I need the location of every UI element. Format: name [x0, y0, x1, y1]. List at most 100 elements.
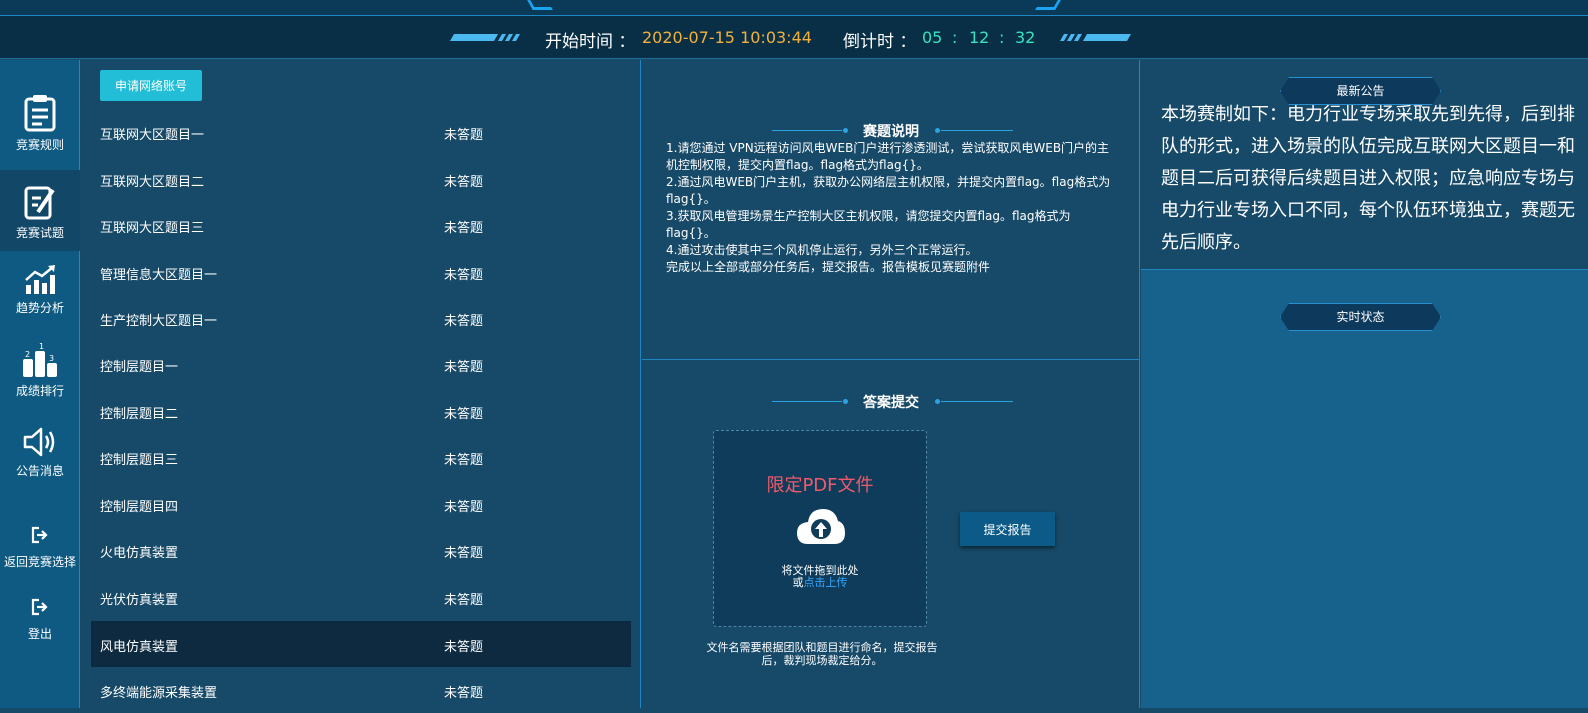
- question-status: 未答题: [444, 453, 484, 468]
- svg-text:1: 1: [39, 342, 44, 351]
- question-name: 生产控制大区题目一: [100, 314, 218, 329]
- apply-network-account-button[interactable]: 申请网络账号: [100, 70, 202, 101]
- logout-icon: [31, 598, 48, 616]
- file-dropzone[interactable]: 限定PDF文件 将文件拖到此处 或点击上传: [713, 430, 927, 627]
- question-name: 火电仿真装置: [100, 546, 179, 561]
- description-line-2: 2.通过风电WEB门户主机，获取办公网络层主机权限，并提交内置flag。flag…: [666, 175, 1111, 206]
- question-status: 未答题: [444, 500, 484, 515]
- description-line-4: 4.通过攻击使其中三个风机停止运行，另外三个正常运行。: [666, 243, 978, 257]
- speaker-icon: [23, 427, 55, 457]
- right-panel: 本场赛制如下：电力行业专场采取先到先得，后到排队的形式，进入场景的队伍完成互联网…: [1141, 60, 1588, 708]
- drag-hint: 将文件拖到此处 或点击上传: [714, 565, 926, 589]
- question-row[interactable]: 风电仿真装置 未答题: [91, 621, 631, 667]
- question-row[interactable]: 火电仿真装置 未答题: [91, 527, 631, 573]
- question-row[interactable]: 控制层题目四 未答题: [91, 481, 631, 527]
- question-name: 控制层题目一: [100, 360, 179, 375]
- edit-document-icon: [24, 186, 55, 220]
- upload-line: 或点击上传: [714, 577, 926, 589]
- question-name: 管理信息大区题目一: [100, 268, 218, 283]
- pdf-limit-text: 限定PDF文件: [766, 475, 874, 496]
- nav-item-announcements[interactable]: 公告消息: [0, 426, 80, 490]
- question-name: 控制层题目四: [100, 500, 179, 515]
- header-decoration: [0, 0, 1588, 16]
- header-deco-left: [527, 0, 553, 10]
- svg-text:2: 2: [25, 350, 30, 359]
- submit-report-button[interactable]: 提交报告: [960, 512, 1055, 546]
- countdown-sep-1: :: [952, 28, 958, 47]
- center-divider: [642, 359, 1140, 360]
- nav-item-rules[interactable]: 竞赛规则: [0, 94, 80, 168]
- question-name: 控制层题目三: [100, 453, 179, 468]
- nav-label-logout: 登出: [27, 627, 52, 641]
- nav-item-questions[interactable]: 竞赛试题: [0, 170, 80, 251]
- description-line-3: 3.获取风电管理场景生产控制大区主机权限，请您提交内置flag。flag格式为f…: [666, 209, 1071, 240]
- nav-label-rules: 竞赛规则: [15, 138, 64, 152]
- question-row[interactable]: 互联网大区题目一 未答题: [91, 109, 631, 155]
- countdown-sep-2: :: [999, 28, 1005, 47]
- question-row[interactable]: 互联网大区题目二 未答题: [91, 156, 631, 202]
- realtime-status-title-badge: 实时状态: [1280, 303, 1441, 331]
- announcement-text: 本场赛制如下：电力行业专场采取先到先得，后到排队的形式，进入场景的队伍完成互联网…: [1161, 104, 1575, 253]
- question-row[interactable]: 光伏仿真装置 未答题: [91, 574, 631, 620]
- desc-title-dot-right: [935, 128, 940, 133]
- question-row[interactable]: 控制层题目一 未答题: [91, 341, 631, 387]
- nav-label-back-to-selection: 返回竞赛选择: [3, 555, 76, 569]
- timer-bar: 开始时间 ： 2020-07-15 10:03:44 倒计时 ： 05 : 12…: [0, 16, 1588, 59]
- announcement-title-badge: 最新公告: [1280, 77, 1441, 105]
- header-deco-right: [1035, 0, 1061, 10]
- question-status: 未答题: [444, 640, 484, 655]
- question-row[interactable]: 控制层题目二 未答题: [91, 388, 631, 434]
- start-time-value: 2020-07-15 10:03:44: [642, 28, 812, 47]
- question-status: 未答题: [444, 546, 484, 561]
- nav-item-back-to-selection[interactable]: 返回竞赛选择: [0, 526, 80, 578]
- question-row[interactable]: 互联网大区题目三 未答题: [91, 202, 631, 248]
- nav-item-trend[interactable]: 趋势分析: [0, 265, 80, 329]
- countdown-seconds: 32: [1015, 28, 1036, 47]
- question-row[interactable]: 多终端能源采集装置 未答题: [91, 667, 631, 713]
- question-row[interactable]: 管理信息大区题目一 未答题: [91, 249, 631, 295]
- timer-stripe-left-4: [511, 34, 521, 41]
- exit-icon: [31, 526, 48, 544]
- question-name: 互联网大区题目二: [100, 175, 205, 190]
- cloud-upload-icon: [797, 509, 845, 544]
- description-title: 赛题说明: [863, 124, 919, 140]
- description-line-1: 1.请您通过 VPN远程访问风电WEB门户进行渗透测试，尝试获取风电WEB门户的…: [666, 141, 1110, 172]
- countdown-label: 倒计时 ：: [843, 32, 917, 52]
- submit-title-dot-right: [935, 399, 940, 404]
- nav-item-ranking[interactable]: 12 3 成绩排行: [0, 342, 80, 408]
- countdown-minutes: 12: [969, 28, 990, 47]
- question-name: 控制层题目二: [100, 407, 179, 422]
- timer-stripe-right-3: [1073, 34, 1083, 41]
- clipboard-icon: [24, 95, 56, 132]
- nav-label-ranking: 成绩排行: [15, 384, 64, 398]
- click-upload-link[interactable]: 点击上传: [804, 576, 848, 589]
- nav-label-announcements: 公告消息: [15, 464, 64, 478]
- center-panel: 赛题说明 1.请您通过 VPN远程访问风电WEB门户进行渗透测试，尝试获取风电W…: [642, 60, 1140, 708]
- question-status: 未答题: [444, 175, 484, 190]
- nav-label-questions: 竞赛试题: [15, 226, 64, 240]
- svg-text:3: 3: [49, 354, 54, 363]
- question-list-panel: 申请网络账号 互联网大区题目一 未答题 互联网大区题目二 未答题 互联网大区题目三 未答题…: [81, 60, 641, 708]
- timer-stripe-left: [449, 34, 499, 41]
- question-status: 未答题: [444, 407, 484, 422]
- question-name: 互联网大区题目三: [100, 221, 205, 236]
- question-status: 未答题: [444, 268, 484, 283]
- or-text: 或: [792, 576, 804, 589]
- podium-icon: 12 3: [23, 342, 57, 377]
- question-name: 风电仿真装置: [100, 640, 179, 655]
- question-row[interactable]: 生产控制大区题目一 未答题: [91, 295, 631, 341]
- question-name: 光伏仿真装置: [100, 593, 179, 608]
- question-name: 互联网大区题目一: [100, 128, 205, 143]
- nav-label-trend: 趋势分析: [15, 301, 64, 315]
- question-status: 未答题: [444, 360, 484, 375]
- trend-chart-icon: [25, 265, 55, 294]
- file-naming-note: 文件名需要根据团队和题目进行命名，提交报告后，裁判现场裁定给分。: [706, 641, 938, 667]
- question-name: 多终端能源采集装置: [100, 686, 218, 701]
- question-row[interactable]: 控制层题目三 未答题: [91, 434, 631, 480]
- side-nav: 竞赛规则 竞赛试题 趋势分析 12 3 成绩排行 公告消息 返回竞赛选择 登出: [0, 60, 80, 708]
- submit-title-line-right: [941, 401, 1013, 402]
- desc-title-line-right: [941, 130, 1013, 131]
- countdown-hours: 05: [922, 28, 943, 47]
- description-line-5: 完成以上全部或部分任务后，提交报告。报告模板见赛题附件: [666, 260, 991, 274]
- nav-item-logout[interactable]: 登出: [0, 598, 80, 650]
